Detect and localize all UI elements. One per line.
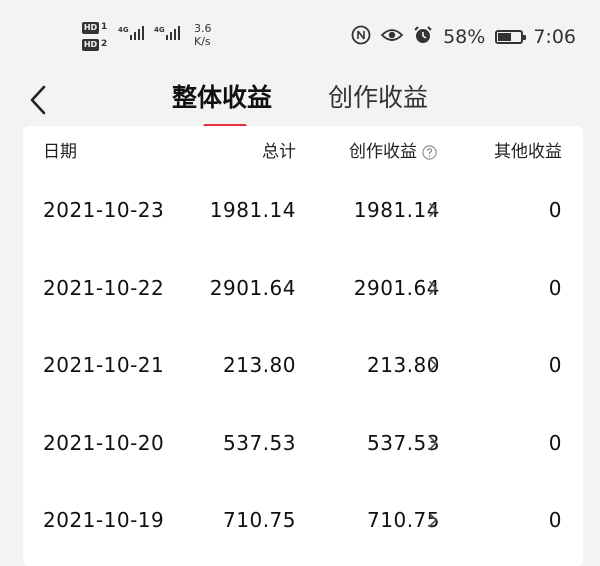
chevron-right-icon[interactable]	[428, 435, 438, 451]
column-header-date: 日期	[43, 142, 77, 162]
alarm-icon	[413, 25, 433, 49]
table-row: 2021-10-22 2901.64 2901.64 0	[23, 268, 583, 308]
chevron-right-icon[interactable]	[428, 357, 438, 373]
eye-comfort-icon	[380, 27, 404, 47]
earnings-table: 日期 总计 创作收益 其他收益 2021-10-23 1981.14 1981.14…	[23, 126, 583, 566]
column-header-creation-label: 创作收益	[349, 142, 417, 162]
table-header: 日期 总计 创作收益 其他收益	[23, 132, 583, 172]
table-row: 2021-10-19 710.75 710.75 0	[23, 500, 583, 540]
status-bar: HD 1 HD 2 4G 4G 3.6 K/s 58% 7:06	[0, 0, 600, 72]
column-header-total: 总计	[262, 142, 296, 162]
hd-badge-2: HD	[82, 39, 99, 51]
row-total: 213.80	[223, 353, 296, 377]
sim-number-1: 1	[101, 22, 108, 32]
row-other-earnings: 0	[548, 430, 562, 455]
battery-percent: 58%	[443, 26, 486, 48]
header: 整体收益 创作收益	[0, 72, 600, 130]
signal-icon	[130, 24, 144, 40]
row-other-earnings: 0	[548, 508, 562, 532]
network-speed-unit: K/s	[194, 35, 211, 48]
row-date: 2021-10-21	[43, 353, 165, 377]
table-row: 2021-10-20 537.53 537.53 0	[23, 423, 583, 463]
row-total: 1981.14	[209, 198, 296, 222]
row-date: 2021-10-23	[43, 198, 165, 222]
column-header-creation: 创作收益	[349, 132, 437, 172]
clock: 7:06	[533, 26, 576, 48]
chevron-right-icon[interactable]	[428, 280, 438, 296]
nfc-icon	[351, 25, 371, 49]
back-button[interactable]	[18, 78, 58, 122]
status-right-group: 58% 7:06	[351, 22, 576, 52]
tab-overall-earnings[interactable]: 整体收益	[172, 78, 272, 118]
row-other-earnings: 0	[548, 353, 562, 377]
chevron-right-icon[interactable]	[428, 202, 438, 218]
network-speed: 3.6 K/s	[194, 22, 212, 48]
network-speed-value: 3.6	[194, 22, 212, 35]
row-total: 537.53	[223, 430, 296, 455]
row-other-earnings: 0	[548, 198, 562, 222]
chevron-left-icon	[30, 85, 46, 115]
sim-number-2: 2	[101, 39, 108, 49]
table-row: 2021-10-21 213.80 213.80 0	[23, 345, 583, 385]
row-other-earnings: 0	[548, 275, 562, 300]
row-total: 710.75	[223, 508, 296, 532]
table-row: 2021-10-23 1981.14 1981.14 0	[23, 190, 583, 230]
battery-icon	[495, 30, 527, 44]
tab-creation-earnings[interactable]: 创作收益	[328, 78, 428, 118]
question-circle-icon[interactable]	[422, 144, 437, 160]
row-total: 2901.64	[209, 275, 296, 300]
column-header-other: 其他收益	[494, 142, 562, 162]
signal-icon	[166, 24, 180, 40]
network-type-2: 4G	[154, 26, 165, 34]
battery-fill	[498, 33, 512, 41]
row-date: 2021-10-20	[43, 430, 165, 455]
row-date: 2021-10-22	[43, 275, 165, 300]
chevron-right-icon[interactable]	[428, 512, 438, 528]
hd-badge-1: HD	[82, 22, 99, 34]
network-type-1: 4G	[118, 26, 129, 34]
row-date: 2021-10-19	[43, 508, 165, 532]
